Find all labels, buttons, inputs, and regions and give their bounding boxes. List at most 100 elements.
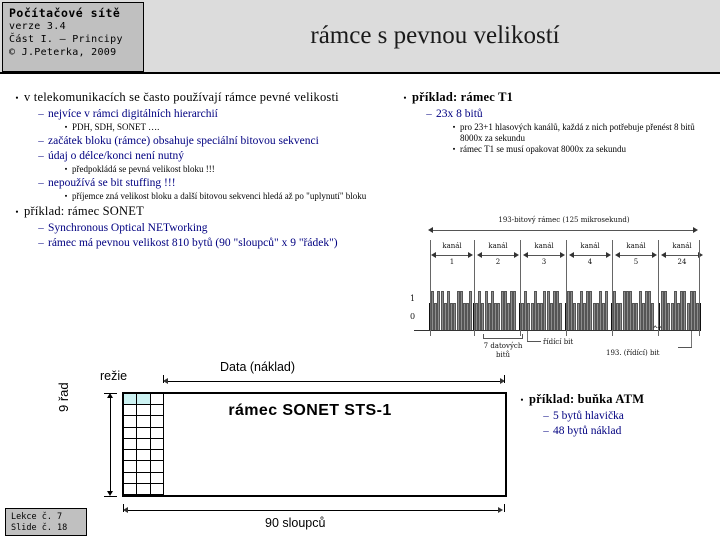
t1-channel-number: 4 xyxy=(587,258,593,266)
t1-bit-bar xyxy=(513,291,517,331)
t1-channel-word: kanál xyxy=(488,242,508,250)
t1-frame-inner: 193-bitový rámec (125 mikrosekund) kanál… xyxy=(414,216,703,361)
left-bullet-item-label: začátek bloku (rámce) obsahuje speciální… xyxy=(48,135,319,147)
left-bullet-item-label: nejvíce v rámci digitálních hierarchií xyxy=(48,108,218,120)
bullet-marker-icon: ▪ xyxy=(452,145,456,153)
sonet-grid-cell xyxy=(124,483,138,495)
sonet-grid-cell xyxy=(137,405,151,417)
sonet-rows-label: 9 řad xyxy=(56,382,71,412)
t1-control-bit-leader xyxy=(527,331,528,341)
bullet-marker-icon: ▪ xyxy=(64,165,68,173)
t1-channel-dim-line xyxy=(619,255,653,256)
bullet-marker-icon: ▪ xyxy=(64,123,68,131)
t1-break-symbol: ‸‸ xyxy=(653,314,662,329)
bullet-marker-icon: • xyxy=(520,395,524,405)
sonet-frame-diagram: režie Data (náklad) rámec SONET STS-1 9 … xyxy=(56,360,530,540)
sonet-columns-label: 90 sloupců xyxy=(265,516,326,530)
left-bullet-item-label: nepoužívá se bit stuffing !!! xyxy=(48,177,176,189)
left-bullet-item-label: PDH, SDH, SONET …. xyxy=(72,122,160,132)
left-bullet-item: – začátek bloku (rámce) obsahuje speciáln… xyxy=(34,135,400,148)
sonet-rows-tick-bottom xyxy=(104,496,117,497)
bullet-marker-icon: – xyxy=(543,410,549,422)
t1-last-bit-leader-h xyxy=(678,347,692,348)
t1-channel-dim-line xyxy=(527,255,561,256)
bullet-marker-icon: – xyxy=(38,222,44,234)
right-bullet-item-label: pro 23+1 hlasových kanálů, každá z nich … xyxy=(460,122,695,143)
bullet-marker-icon: – xyxy=(38,237,44,249)
right-bullet-item: • příklad: rámec T1 xyxy=(398,90,713,106)
t1-separator-line xyxy=(566,240,567,336)
left-bullet-item: – Synchronous Optical NETworking xyxy=(34,222,400,235)
sonet-columns-arrow-right xyxy=(498,507,503,513)
sonet-payload-tick-right xyxy=(504,375,505,383)
slide-number: Slide č. 18 xyxy=(11,523,68,533)
sonet-columns-dim-line xyxy=(128,510,500,511)
bullet-marker-icon: – xyxy=(38,135,44,147)
lecture-number: Lekce č. 7 xyxy=(11,512,63,522)
sonet-grid-cell xyxy=(150,483,164,495)
t1-channel-dim-line xyxy=(435,255,469,256)
left-bullet-item: ▪ příjemce zná velikost bloku a další bit… xyxy=(60,191,400,202)
atm-bullet-item: • příklad: buňka ATM xyxy=(515,392,715,408)
atm-bullet-item-label: 48 bytů náklad xyxy=(553,425,622,437)
course-version: verze 3.4 xyxy=(9,21,66,32)
left-bullet-list: • v telekomunikacích se často používají r… xyxy=(10,88,400,251)
left-bullet-item-label: údaj o délce/konci není nutný xyxy=(48,150,185,162)
sonet-grid-cell xyxy=(137,394,151,406)
t1-channel-word: kanál xyxy=(626,242,646,250)
t1-label-data-bits-2: bitů xyxy=(495,351,511,359)
left-bullet-item-label: Synchronous Optical NETworking xyxy=(48,222,208,234)
sonet-grid-cell xyxy=(137,472,151,484)
right-bullet-item: ▪ rámec T1 se musí opakovat 8000x za seku… xyxy=(448,144,713,155)
left-bullet-item: ▪ PDH, SDH, SONET …. xyxy=(60,122,400,133)
bullet-marker-icon: ▪ xyxy=(64,192,68,200)
t1-label-data-bits: 7 datových xyxy=(483,342,523,350)
sonet-grid-cell xyxy=(150,416,164,428)
sonet-grid-cell xyxy=(150,394,164,406)
t1-separator-line xyxy=(699,240,700,336)
t1-channel-number: 1 xyxy=(449,258,455,266)
t1-bit-bar xyxy=(559,303,563,331)
bullet-marker-icon: – xyxy=(38,108,44,120)
left-bullet-item-label: rámec má pevnou velikost 810 bytů (90 "s… xyxy=(48,237,338,249)
t1-separator-line xyxy=(612,240,613,336)
lecture-slide-box: Lekce č. 7 Slide č. 18 xyxy=(5,508,87,536)
right-bullet-item-label: rámec T1 se musí opakovat 8000x za sekun… xyxy=(460,144,627,154)
t1-bit-bar xyxy=(605,291,609,331)
sonet-columns-tick-left xyxy=(123,504,124,512)
sonet-payload-label: Data (náklad) xyxy=(220,360,296,374)
bullet-marker-icon: ▪ xyxy=(452,123,456,131)
t1-channel-number: 2 xyxy=(495,258,501,266)
sonet-grid-cell xyxy=(124,472,138,484)
t1-channel-dim-line xyxy=(573,255,607,256)
sonet-grid-cell xyxy=(150,438,164,451)
sonet-grid-cell xyxy=(150,450,164,462)
sonet-grid-cell xyxy=(137,438,151,451)
bullet-marker-icon: • xyxy=(403,93,407,103)
left-bullet-item: • příklad: rámec SONET xyxy=(10,204,400,220)
t1-channel-word: kanál xyxy=(580,242,600,250)
atm-bullet-item-label: příklad: buňka ATM xyxy=(529,392,645,406)
sonet-rows-tick-top xyxy=(104,393,117,394)
sonet-payload-dim-line xyxy=(168,381,503,382)
left-bullet-item-label: příjemce zná velikost bloku a další bito… xyxy=(72,191,367,201)
sonet-grid-cell xyxy=(150,405,164,417)
sonet-grid-cell xyxy=(137,483,151,495)
t1-label-control-bit: řídící bit xyxy=(543,338,574,346)
sonet-grid-cell xyxy=(150,427,164,439)
t1-channel-dim-line xyxy=(665,255,699,256)
t1-label-last-bit: 193. (řídící) bit xyxy=(606,349,660,357)
sonet-grid-cell xyxy=(124,405,138,417)
left-bullet-item: – nejvíce v rámci digitálních hierarchií xyxy=(34,108,400,121)
sonet-overhead-grid xyxy=(124,394,164,495)
sonet-grid-cell xyxy=(124,427,138,439)
t1-axis-low: 0 xyxy=(410,312,416,321)
sonet-payload-tick-left xyxy=(163,375,164,383)
atm-bullet-list: • příklad: buňka ATM –5 bytů hlavička –48 b… xyxy=(515,390,715,439)
t1-frame-caption: 193-bitový rámec (125 mikrosekund) xyxy=(498,216,630,224)
sonet-grid-cell xyxy=(137,416,151,428)
t1-frame-arrow-left xyxy=(428,227,433,233)
right-bullet-item: ▪ pro 23+1 hlasových kanálů, každá z nich… xyxy=(448,122,713,143)
t1-channel-word: kanál xyxy=(534,242,554,250)
sonet-grid-cell xyxy=(124,461,138,473)
